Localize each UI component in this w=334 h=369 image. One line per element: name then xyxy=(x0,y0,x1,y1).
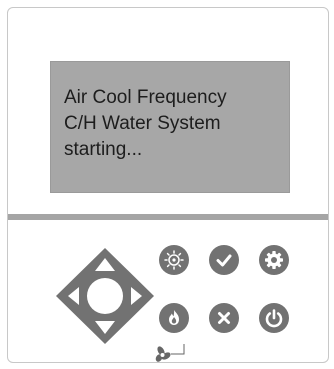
power-icon xyxy=(265,309,283,328)
cancel-button[interactable] xyxy=(209,303,239,333)
direction-pad[interactable] xyxy=(46,244,164,348)
control-panel: Air Cool Frequency C/H Water System star… xyxy=(7,7,329,363)
gear-icon xyxy=(265,251,283,269)
close-icon xyxy=(218,312,230,324)
display-line-3: starting... xyxy=(64,139,143,160)
heat-button[interactable] xyxy=(159,303,189,333)
mode-button[interactable] xyxy=(159,245,189,275)
flame-icon xyxy=(169,310,179,325)
display-line-1: Air Cool Frequency xyxy=(64,87,227,108)
settings-button[interactable] xyxy=(259,245,289,275)
check-icon xyxy=(216,254,232,267)
confirm-button[interactable] xyxy=(209,245,239,275)
display-line-2: C/H Water System xyxy=(64,113,221,134)
fan-icon xyxy=(155,344,185,362)
power-button[interactable] xyxy=(259,303,289,333)
lcd-display: Air Cool Frequency C/H Water System star… xyxy=(50,61,290,193)
sun-fan-icon xyxy=(164,250,184,270)
divider xyxy=(8,214,328,220)
